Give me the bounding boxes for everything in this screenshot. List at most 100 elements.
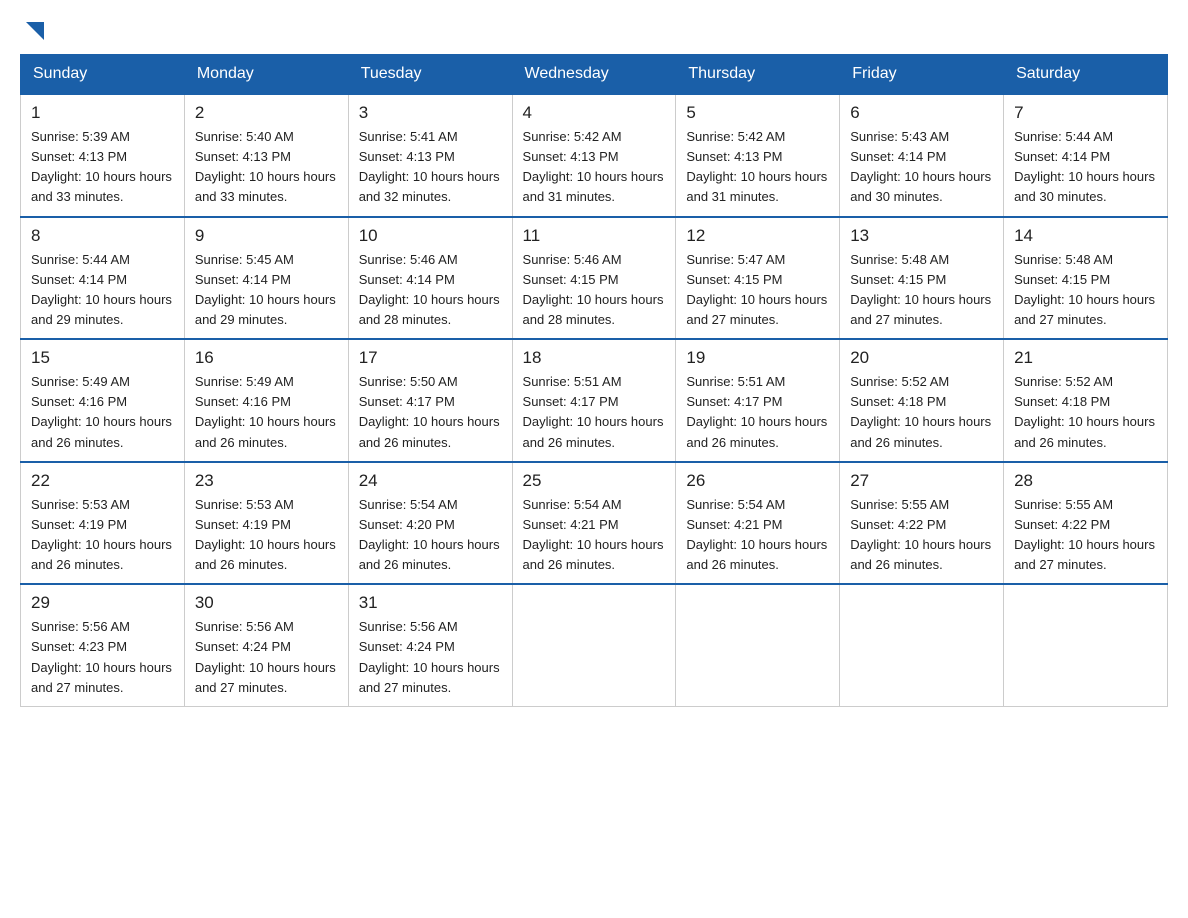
day-number: 2 (195, 103, 338, 123)
calendar-cell: 25Sunrise: 5:54 AMSunset: 4:21 PMDayligh… (512, 462, 676, 585)
calendar-cell: 4 Sunrise: 5:42 AMSunset: 4:13 PMDaylight… (512, 94, 676, 217)
day-info: Sunrise: 5:45 AMSunset: 4:14 PMDaylight:… (195, 250, 338, 331)
day-number: 18 (523, 348, 666, 368)
calendar-cell: 26 Sunrise: 5:54 AMSunset: 4:21 PMDayligh… (676, 462, 840, 585)
day-number: 29 (31, 593, 174, 613)
week-row-4: 22 Sunrise: 5:53 AMSunset: 4:19 PMDayligh… (21, 462, 1168, 585)
day-number: 13 (850, 226, 993, 246)
calendar-cell: 29 Sunrise: 5:56 AMSunset: 4:23 PMDayligh… (21, 584, 185, 706)
day-number: 1 (31, 103, 174, 123)
calendar-cell: 14Sunrise: 5:48 AMSunset: 4:15 PMDayligh… (1004, 217, 1168, 340)
calendar-cell: 19Sunrise: 5:51 AMSunset: 4:17 PMDayligh… (676, 339, 840, 462)
day-number: 31 (359, 593, 502, 613)
weekday-header-saturday: Saturday (1004, 55, 1168, 95)
day-number: 24 (359, 471, 502, 491)
day-number: 28 (1014, 471, 1157, 491)
weekday-header-monday: Monday (184, 55, 348, 95)
day-number: 14 (1014, 226, 1157, 246)
calendar-cell: 9 Sunrise: 5:45 AMSunset: 4:14 PMDaylight… (184, 217, 348, 340)
calendar-cell: 21Sunrise: 5:52 AMSunset: 4:18 PMDayligh… (1004, 339, 1168, 462)
logo-arrow-icon (22, 22, 44, 44)
day-info: Sunrise: 5:42 AMSunset: 4:13 PMDaylight:… (523, 127, 666, 208)
calendar-cell: 20 Sunrise: 5:52 AMSunset: 4:18 PMDayligh… (840, 339, 1004, 462)
week-row-5: 29 Sunrise: 5:56 AMSunset: 4:23 PMDayligh… (21, 584, 1168, 706)
calendar-cell: 18 Sunrise: 5:51 AMSunset: 4:17 PMDayligh… (512, 339, 676, 462)
calendar-cell (512, 584, 676, 706)
day-info: Sunrise: 5:52 AMSunset: 4:18 PMDaylight:… (850, 372, 993, 453)
day-info: Sunrise: 5:53 AMSunset: 4:19 PMDaylight:… (31, 495, 174, 576)
day-info: Sunrise: 5:50 AMSunset: 4:17 PMDaylight:… (359, 372, 502, 453)
weekday-header-sunday: Sunday (21, 55, 185, 95)
day-number: 11 (523, 226, 666, 246)
day-number: 10 (359, 226, 502, 246)
logo (20, 20, 44, 44)
day-info: Sunrise: 5:55 AMSunset: 4:22 PMDaylight:… (1014, 495, 1157, 576)
calendar-cell (1004, 584, 1168, 706)
calendar-cell: 5 Sunrise: 5:42 AMSunset: 4:13 PMDaylight… (676, 94, 840, 217)
calendar-cell: 8 Sunrise: 5:44 AMSunset: 4:14 PMDaylight… (21, 217, 185, 340)
calendar-table: SundayMondayTuesdayWednesdayThursdayFrid… (20, 54, 1168, 707)
day-info: Sunrise: 5:46 AMSunset: 4:14 PMDaylight:… (359, 250, 502, 331)
day-info: Sunrise: 5:56 AMSunset: 4:24 PMDaylight:… (195, 617, 338, 698)
day-info: Sunrise: 5:47 AMSunset: 4:15 PMDaylight:… (686, 250, 829, 331)
day-info: Sunrise: 5:40 AMSunset: 4:13 PMDaylight:… (195, 127, 338, 208)
calendar-cell: 11 Sunrise: 5:46 AMSunset: 4:15 PMDayligh… (512, 217, 676, 340)
day-info: Sunrise: 5:54 AMSunset: 4:20 PMDaylight:… (359, 495, 502, 576)
day-number: 27 (850, 471, 993, 491)
day-number: 25 (523, 471, 666, 491)
calendar-cell: 1Sunrise: 5:39 AMSunset: 4:13 PMDaylight… (21, 94, 185, 217)
calendar-cell: 3 Sunrise: 5:41 AMSunset: 4:13 PMDaylight… (348, 94, 512, 217)
calendar-cell: 7 Sunrise: 5:44 AMSunset: 4:14 PMDaylight… (1004, 94, 1168, 217)
day-number: 23 (195, 471, 338, 491)
calendar-cell: 16Sunrise: 5:49 AMSunset: 4:16 PMDayligh… (184, 339, 348, 462)
day-info: Sunrise: 5:56 AMSunset: 4:24 PMDaylight:… (359, 617, 502, 698)
day-info: Sunrise: 5:49 AMSunset: 4:16 PMDaylight:… (31, 372, 174, 453)
day-number: 3 (359, 103, 502, 123)
day-info: Sunrise: 5:49 AMSunset: 4:16 PMDaylight:… (195, 372, 338, 453)
calendar-cell: 12 Sunrise: 5:47 AMSunset: 4:15 PMDayligh… (676, 217, 840, 340)
day-info: Sunrise: 5:43 AMSunset: 4:14 PMDaylight:… (850, 127, 993, 208)
week-row-1: 1Sunrise: 5:39 AMSunset: 4:13 PMDaylight… (21, 94, 1168, 217)
week-row-2: 8 Sunrise: 5:44 AMSunset: 4:14 PMDaylight… (21, 217, 1168, 340)
day-number: 20 (850, 348, 993, 368)
day-info: Sunrise: 5:53 AMSunset: 4:19 PMDaylight:… (195, 495, 338, 576)
day-info: Sunrise: 5:44 AMSunset: 4:14 PMDaylight:… (1014, 127, 1157, 208)
calendar-cell: 30Sunrise: 5:56 AMSunset: 4:24 PMDayligh… (184, 584, 348, 706)
weekday-header-friday: Friday (840, 55, 1004, 95)
day-number: 4 (523, 103, 666, 123)
day-info: Sunrise: 5:48 AMSunset: 4:15 PMDaylight:… (850, 250, 993, 331)
day-info: Sunrise: 5:46 AMSunset: 4:15 PMDaylight:… (523, 250, 666, 331)
day-number: 7 (1014, 103, 1157, 123)
day-number: 9 (195, 226, 338, 246)
day-info: Sunrise: 5:44 AMSunset: 4:14 PMDaylight:… (31, 250, 174, 331)
calendar-cell: 6 Sunrise: 5:43 AMSunset: 4:14 PMDaylight… (840, 94, 1004, 217)
week-row-3: 15 Sunrise: 5:49 AMSunset: 4:16 PMDayligh… (21, 339, 1168, 462)
day-info: Sunrise: 5:54 AMSunset: 4:21 PMDaylight:… (686, 495, 829, 576)
calendar-cell: 2 Sunrise: 5:40 AMSunset: 4:13 PMDaylight… (184, 94, 348, 217)
day-info: Sunrise: 5:41 AMSunset: 4:13 PMDaylight:… (359, 127, 502, 208)
calendar-cell: 10 Sunrise: 5:46 AMSunset: 4:14 PMDayligh… (348, 217, 512, 340)
day-info: Sunrise: 5:42 AMSunset: 4:13 PMDaylight:… (686, 127, 829, 208)
calendar-cell: 23 Sunrise: 5:53 AMSunset: 4:19 PMDayligh… (184, 462, 348, 585)
calendar-cell: 27Sunrise: 5:55 AMSunset: 4:22 PMDayligh… (840, 462, 1004, 585)
page-header (20, 20, 1168, 44)
weekday-header-thursday: Thursday (676, 55, 840, 95)
day-number: 8 (31, 226, 174, 246)
day-number: 15 (31, 348, 174, 368)
day-number: 22 (31, 471, 174, 491)
day-info: Sunrise: 5:51 AMSunset: 4:17 PMDaylight:… (686, 372, 829, 453)
day-number: 6 (850, 103, 993, 123)
day-number: 5 (686, 103, 829, 123)
calendar-cell: 22 Sunrise: 5:53 AMSunset: 4:19 PMDayligh… (21, 462, 185, 585)
calendar-cell: 24 Sunrise: 5:54 AMSunset: 4:20 PMDayligh… (348, 462, 512, 585)
day-info: Sunrise: 5:52 AMSunset: 4:18 PMDaylight:… (1014, 372, 1157, 453)
weekday-header-row: SundayMondayTuesdayWednesdayThursdayFrid… (21, 55, 1168, 95)
weekday-header-tuesday: Tuesday (348, 55, 512, 95)
day-number: 12 (686, 226, 829, 246)
day-number: 26 (686, 471, 829, 491)
calendar-cell: 28 Sunrise: 5:55 AMSunset: 4:22 PMDayligh… (1004, 462, 1168, 585)
calendar-cell: 17Sunrise: 5:50 AMSunset: 4:17 PMDayligh… (348, 339, 512, 462)
calendar-cell: 15 Sunrise: 5:49 AMSunset: 4:16 PMDayligh… (21, 339, 185, 462)
day-info: Sunrise: 5:56 AMSunset: 4:23 PMDaylight:… (31, 617, 174, 698)
day-info: Sunrise: 5:51 AMSunset: 4:17 PMDaylight:… (523, 372, 666, 453)
